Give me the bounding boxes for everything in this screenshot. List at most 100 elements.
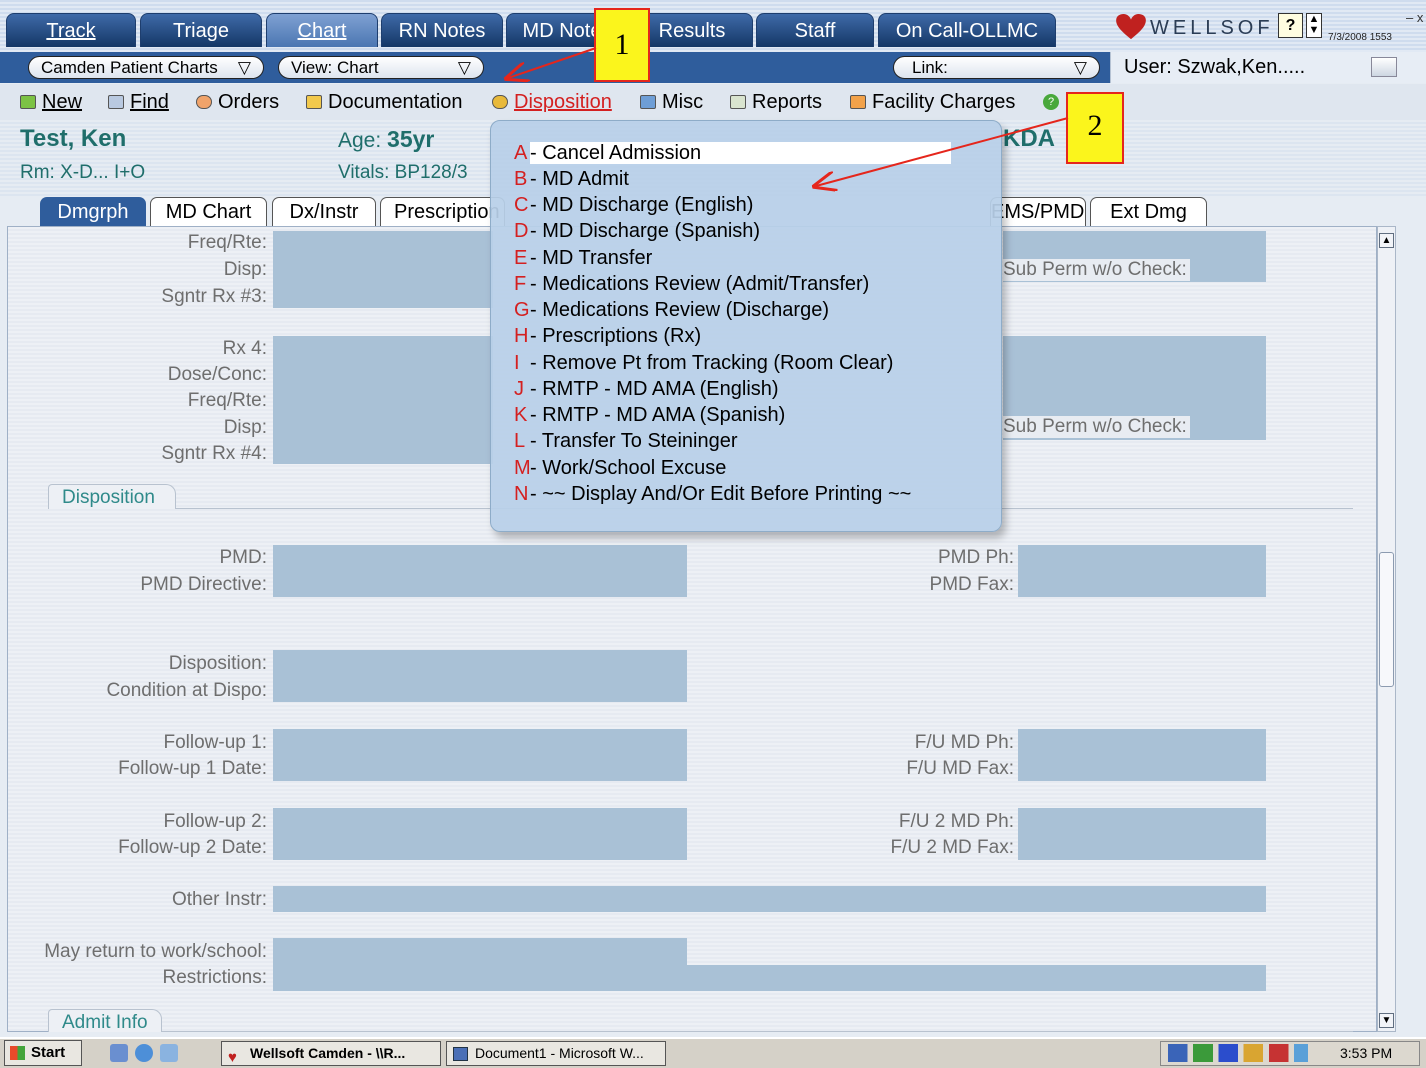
followup2-label: Follow-up 2: bbox=[163, 811, 268, 832]
admit-section-title: Admit Info bbox=[62, 1012, 148, 1033]
menu-item-md-discharge-spanish[interactable]: D- MD Discharge (Spanish) bbox=[514, 219, 760, 245]
orders-icon bbox=[196, 95, 212, 109]
help-icon[interactable]: ? bbox=[1278, 13, 1303, 38]
subtab-ext-dmg[interactable]: Ext Dmg bbox=[1090, 197, 1207, 226]
other-instr-label: Other Instr: bbox=[171, 889, 267, 910]
taskbar-wellsoft[interactable]: ♥ Wellsoft Camden - \\R... bbox=[221, 1041, 441, 1066]
freq-rte-label: Freq/Rte: bbox=[187, 232, 267, 253]
tab-on-call[interactable]: On Call-OLLMC bbox=[878, 13, 1056, 47]
freq-rte-label: Freq/Rte: bbox=[187, 390, 267, 411]
followup1-label: Follow-up 1: bbox=[163, 732, 268, 753]
subtab-dmgrph[interactable]: Dmgrph bbox=[40, 197, 146, 226]
condition-label: Condition at Dispo: bbox=[106, 680, 267, 701]
scroll-down-icon[interactable]: ▼ bbox=[1379, 1013, 1394, 1028]
patient-name: Test, Ken bbox=[20, 125, 127, 152]
pmd-field[interactable] bbox=[273, 545, 687, 597]
menu-item-md-transfer[interactable]: E- MD Transfer bbox=[514, 246, 652, 272]
browser-icon[interactable] bbox=[135, 1044, 153, 1062]
tab-track[interactable]: Track bbox=[6, 13, 136, 47]
disposition-field[interactable] bbox=[273, 650, 687, 702]
quicklaunch-icon[interactable] bbox=[160, 1044, 178, 1062]
documentation-button[interactable]: Documentation bbox=[306, 91, 463, 114]
link-dropdown[interactable]: Link: ▽ bbox=[893, 56, 1100, 79]
info-icon[interactable]: ? bbox=[1043, 94, 1059, 110]
word-icon bbox=[453, 1047, 468, 1061]
user-name: User: Szwak,Ken..... bbox=[1124, 56, 1306, 78]
restrictions-label: Restrictions: bbox=[162, 967, 267, 988]
heart-logo-icon bbox=[1116, 14, 1146, 40]
view-dropdown[interactable]: View: Chart ▽ bbox=[278, 56, 484, 79]
new-button[interactable]: New bbox=[20, 91, 82, 114]
chevron-down-icon: ▽ bbox=[457, 58, 471, 77]
disp-label: Disp: bbox=[223, 417, 267, 438]
menu-item-rmtp-ama-english[interactable]: J- RMTP - MD AMA (English) bbox=[514, 377, 779, 403]
spin-updown-icon[interactable]: ▲ ▼ bbox=[1306, 13, 1322, 38]
desktop-icon[interactable] bbox=[110, 1044, 128, 1062]
date-time: 7/3/2008 1553 bbox=[1328, 32, 1392, 43]
misc-button[interactable]: Misc bbox=[640, 91, 703, 114]
pmd-phone-label: PMD Ph: bbox=[937, 547, 1014, 568]
facility-charges-button[interactable]: Facility Charges bbox=[850, 91, 1015, 114]
menu-item-display-edit[interactable]: N- ~~ Display And/Or Edit Before Printin… bbox=[514, 482, 911, 508]
chevron-down-icon: ▽ bbox=[1073, 58, 1087, 77]
rx3-field[interactable] bbox=[273, 231, 493, 308]
fu-md-phone-label: F/U MD Ph: bbox=[914, 732, 1014, 753]
menu-item-rmtp-ama-spanish[interactable]: K- RMTP - MD AMA (Spanish) bbox=[514, 403, 785, 429]
menu-item-md-admit[interactable]: B- MD Admit bbox=[514, 167, 629, 193]
subtab-dx-instr[interactable]: Dx/Instr bbox=[272, 197, 376, 226]
menu-item-transfer-steininger[interactable]: L- Transfer To Steininger bbox=[514, 429, 738, 455]
disposition-button[interactable]: Disposition bbox=[492, 91, 612, 114]
allergy-status: KDA bbox=[1003, 125, 1055, 152]
taskbar-word-document[interactable]: Document1 - Microsoft W... bbox=[446, 1041, 666, 1066]
menu-item-meds-review-discharge[interactable]: G- Medications Review (Discharge) bbox=[514, 298, 829, 324]
followup2-date-label: Follow-up 2 Date: bbox=[118, 837, 267, 858]
misc-icon bbox=[640, 95, 656, 109]
pmd-fax-label: PMD Fax: bbox=[929, 574, 1014, 595]
subtab-ems-pmd[interactable]: EMS/PMD bbox=[990, 197, 1086, 226]
callout-2: 2 bbox=[1066, 92, 1124, 164]
fu-md-contact-field[interactable] bbox=[1018, 729, 1266, 781]
menu-item-cancel-admission[interactable]: A- Cancel Admission bbox=[514, 141, 952, 167]
orders-button[interactable]: Orders bbox=[196, 91, 279, 114]
menu-item-prescriptions[interactable]: H- Prescriptions (Rx) bbox=[514, 324, 701, 350]
menu-item-meds-review-admit[interactable]: F- Medications Review (Admit/Transfer) bbox=[514, 272, 869, 298]
heart-icon: ♥ bbox=[228, 1049, 237, 1066]
rx4-field[interactable] bbox=[273, 336, 493, 464]
followup2-field[interactable] bbox=[273, 808, 687, 860]
followup1-field[interactable] bbox=[273, 729, 687, 781]
clock: 3:53 PM bbox=[1340, 1045, 1393, 1061]
new-icon bbox=[20, 95, 36, 109]
find-button[interactable]: Find bbox=[108, 91, 169, 114]
subtab-prescription[interactable]: Prescription bbox=[380, 197, 505, 226]
disposition-icon bbox=[492, 95, 508, 109]
reports-button[interactable]: Reports bbox=[730, 91, 822, 114]
menu-item-remove-pt[interactable]: I- Remove Pt from Tracking (Room Clear) bbox=[514, 351, 893, 377]
tab-chart[interactable]: Chart bbox=[266, 13, 378, 47]
chevron-down-icon: ▽ bbox=[237, 58, 251, 77]
other-instr-field[interactable] bbox=[273, 886, 1266, 912]
tab-triage[interactable]: Triage bbox=[140, 13, 262, 47]
disposition-label: Disposition: bbox=[168, 653, 267, 674]
may-return-field[interactable] bbox=[273, 938, 687, 965]
start-button[interactable]: Start bbox=[4, 1040, 82, 1066]
disp-label: Disp: bbox=[223, 259, 267, 280]
window-icon[interactable] bbox=[1371, 57, 1397, 77]
tab-staff[interactable]: Staff bbox=[756, 13, 874, 47]
tab-rn-notes[interactable]: RN Notes bbox=[381, 13, 503, 47]
menu-item-work-school-excuse[interactable]: M- Work/School Excuse bbox=[514, 456, 726, 482]
pmd-label: PMD: bbox=[219, 547, 268, 568]
patient-charts-dropdown[interactable]: Camden Patient Charts ▽ bbox=[28, 56, 264, 79]
callout-1: 1 bbox=[594, 8, 650, 82]
subtab-md-chart[interactable]: MD Chart bbox=[150, 197, 267, 226]
menu-item-md-discharge-english[interactable]: C- MD Discharge (English) bbox=[514, 193, 753, 219]
fu2-md-contact-field[interactable] bbox=[1018, 808, 1266, 860]
fu2-md-fax-label: F/U 2 MD Fax: bbox=[890, 837, 1014, 858]
window-controls-icon[interactable]: – x bbox=[1406, 10, 1423, 25]
scroll-up-icon[interactable]: ▲ bbox=[1379, 233, 1394, 248]
tray-icons[interactable] bbox=[1168, 1044, 1308, 1062]
sgntr-rx3-label: Sgntr Rx #3: bbox=[161, 286, 267, 307]
pmd-contact-field[interactable] bbox=[1018, 545, 1266, 597]
restrictions-field[interactable] bbox=[273, 965, 1266, 991]
scroll-thumb[interactable] bbox=[1379, 552, 1394, 687]
followup1-date-label: Follow-up 1 Date: bbox=[118, 758, 267, 779]
